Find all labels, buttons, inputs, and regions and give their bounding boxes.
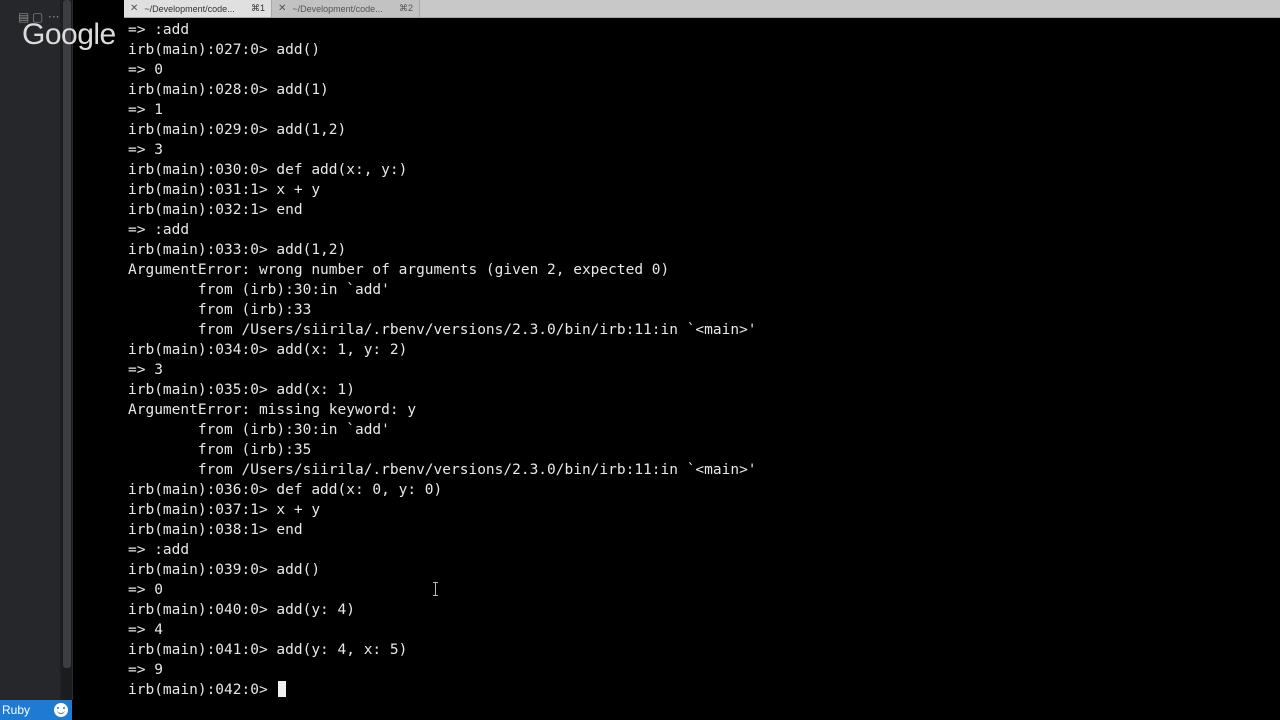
terminal-line: irb(main):038:1> end [128,522,303,538]
terminal-line: from /Users/siirila/.rbenv/versions/2.3.… [128,322,757,338]
tab-shortcut: ⌘2 [398,3,413,13]
terminal-line: => 1 [128,102,163,118]
terminal-line: irb(main):029:0> add(1,2) [128,122,347,138]
editor-sidebar: ▤ ▢ ··· Google [0,0,116,700]
terminal-line: irb(main):028:0> add(1) [128,82,329,98]
terminal-line: => 0 [128,62,163,78]
terminal-line: irb(main):041:0> add(y: 4, x: 5) [128,642,408,658]
terminal-line: => 0 [128,582,163,598]
terminal-line: => 3 [128,362,163,378]
terminal-output[interactable]: => :add irb(main):027:0> add() => 0 irb(mai… [124,18,1280,720]
terminal-tab-bar: ✕ ~/Development/code... ⌘1 ✕ ~/Developme… [124,0,1280,18]
close-tab-icon[interactable]: ✕ [278,3,286,14]
terminal-line: => :add [128,22,190,38]
tab-title: ~/Development/code... [144,3,235,14]
terminal-line: irb(main):032:1> end [128,202,303,218]
terminal-line: ArgumentError: missing keyword: y [128,402,417,418]
terminal-line: from (irb):30:in `add' [128,282,390,298]
terminal-line: irb(main):039:0> add() [128,562,321,578]
screen: ▤ ▢ ··· Google Ruby ✕ ~/Development/code… [0,0,1280,720]
text-cursor-icon [432,582,440,596]
terminal-line: irb(main):033:0> add(1,2) [128,242,347,258]
terminal-line: irb(main):035:0> add(x: 1) [128,382,355,398]
terminal-line: irb(main):034:0> add(x: 1, y: 2) [128,342,408,358]
feedback-smiley-icon[interactable] [54,703,68,717]
status-bar: Ruby [0,700,72,720]
terminal-tab-2[interactable]: ✕ ~/Development/code... ⌘2 [272,0,420,17]
terminal-line: ArgumentError: wrong number of arguments… [128,262,670,278]
terminal-line: irb(main):040:0> add(y: 4) [128,602,355,618]
terminal-line: irb(main):036:0> def add(x: 0, y: 0) [128,482,443,498]
terminal-prompt-line[interactable]: irb(main):042:0> [128,680,757,700]
terminal-line: => 9 [128,662,163,678]
terminal-line: from (irb):33 [128,302,312,318]
terminal-line: from (irb):35 [128,442,312,458]
google-watermark: Google [22,18,116,51]
terminal-line: irb(main):037:1> x + y [128,502,321,518]
sidebar-scroll-thumb[interactable] [63,0,71,668]
status-language[interactable]: Ruby [2,703,30,717]
terminal-prompt: irb(main):042:0> [128,682,277,698]
terminal-line: => :add [128,542,190,558]
sidebar-strip [0,0,60,700]
terminal-lines: => :add irb(main):027:0> add() => 0 irb(mai… [128,20,757,700]
terminal-tab-1[interactable]: ✕ ~/Development/code... ⌘1 [124,0,272,17]
terminal-line: => 3 [128,142,163,158]
terminal-line: from (irb):30:in `add' [128,422,390,438]
terminal-line: from /Users/siirila/.rbenv/versions/2.3.… [128,462,757,478]
tab-title: ~/Development/code... [292,3,383,14]
terminal-cursor [278,681,287,697]
terminal-line: => 4 [128,622,163,638]
terminal-line: irb(main):030:0> def add(x:, y:) [128,162,408,178]
tab-shortcut: ⌘1 [250,3,265,13]
terminal-line: irb(main):031:1> x + y [128,182,321,198]
terminal-line: => :add [128,222,190,238]
terminal-line: irb(main):027:0> add() [128,42,321,58]
close-tab-icon[interactable]: ✕ [130,3,138,14]
